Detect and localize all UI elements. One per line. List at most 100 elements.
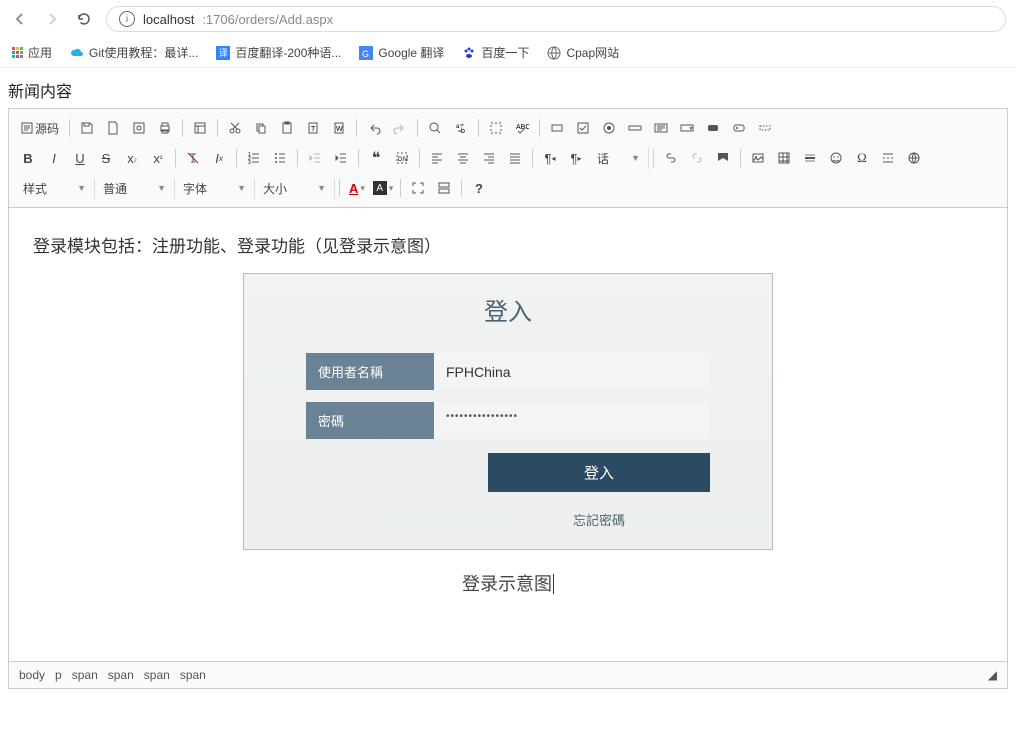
cut-icon[interactable] bbox=[223, 116, 247, 140]
superscript-icon[interactable]: x² bbox=[146, 146, 170, 170]
print-icon[interactable] bbox=[153, 116, 177, 140]
editor-content-area[interactable]: 登录模块包括：注册功能、登录功能（见登录示意图） 登入 使用者名稱 密碼 •••… bbox=[9, 208, 1007, 688]
paste-icon[interactable] bbox=[275, 116, 299, 140]
preview-icon[interactable] bbox=[127, 116, 151, 140]
path-span[interactable]: span bbox=[108, 668, 134, 682]
align-right-icon[interactable] bbox=[477, 146, 501, 170]
help-icon[interactable]: ? bbox=[467, 176, 491, 200]
paste-word-icon[interactable]: W bbox=[327, 116, 351, 140]
rtl-icon[interactable]: ¶▸ bbox=[564, 146, 588, 170]
button-icon[interactable] bbox=[701, 116, 725, 140]
special-char-icon[interactable]: Ω bbox=[850, 146, 874, 170]
table-icon[interactable] bbox=[772, 146, 796, 170]
smiley-icon[interactable] bbox=[824, 146, 848, 170]
svg-text:G: G bbox=[362, 49, 369, 59]
rich-text-editor: 源码 T W ab ABC bbox=[8, 108, 1008, 689]
undo-icon[interactable] bbox=[362, 116, 386, 140]
align-center-icon[interactable] bbox=[451, 146, 475, 170]
path-p[interactable]: p bbox=[55, 668, 62, 682]
svg-text:T: T bbox=[311, 126, 316, 133]
textarea-icon[interactable] bbox=[649, 116, 673, 140]
image-icon[interactable] bbox=[746, 146, 770, 170]
pagebreak-icon[interactable] bbox=[876, 146, 900, 170]
svg-text:DIV: DIV bbox=[398, 157, 408, 163]
format-dropdown[interactable]: 普通▼ bbox=[95, 178, 175, 199]
editor-elements-path[interactable]: body p span span span span ◢ bbox=[9, 661, 1007, 688]
path-span[interactable]: span bbox=[72, 668, 98, 682]
subscript-icon[interactable]: x₂ bbox=[120, 146, 144, 170]
login-submit-button: 登入 bbox=[488, 453, 710, 492]
login-title: 登入 bbox=[244, 274, 772, 353]
copy-icon[interactable] bbox=[249, 116, 273, 140]
back-button[interactable] bbox=[10, 9, 30, 29]
show-blocks-icon[interactable] bbox=[432, 176, 456, 200]
apps-icon bbox=[12, 47, 23, 58]
remove-format-icon[interactable] bbox=[181, 146, 205, 170]
paste-text-icon[interactable]: T bbox=[301, 116, 325, 140]
unlink-icon[interactable] bbox=[685, 146, 709, 170]
replace-icon[interactable]: ab bbox=[449, 116, 473, 140]
checkbox-icon[interactable] bbox=[571, 116, 595, 140]
maximize-icon[interactable] bbox=[406, 176, 430, 200]
form-icon[interactable] bbox=[545, 116, 569, 140]
path-body[interactable]: body bbox=[19, 668, 45, 682]
ltr-icon[interactable]: ¶◂ bbox=[538, 146, 562, 170]
find-icon[interactable] bbox=[423, 116, 447, 140]
anchor-icon[interactable] bbox=[711, 146, 735, 170]
save-icon[interactable] bbox=[75, 116, 99, 140]
radio-icon[interactable] bbox=[597, 116, 621, 140]
hidden-field-icon[interactable] bbox=[753, 116, 777, 140]
forward-button[interactable] bbox=[42, 9, 62, 29]
svg-text:W: W bbox=[336, 126, 343, 133]
imagebutton-icon[interactable] bbox=[727, 116, 751, 140]
text-color-icon[interactable]: A▾ bbox=[345, 176, 369, 200]
intro-text: 登录模块包括：注册功能、登录功能（见登录示意图） bbox=[33, 232, 983, 257]
font-dropdown[interactable]: 字体▼ bbox=[175, 178, 255, 199]
italic-icon[interactable]: I bbox=[42, 146, 66, 170]
iframe-icon[interactable] bbox=[902, 146, 926, 170]
link-icon[interactable] bbox=[659, 146, 683, 170]
div-icon[interactable]: DIV bbox=[390, 146, 414, 170]
bookmark-google-translate[interactable]: GGoogle 翻译 bbox=[359, 44, 444, 61]
copy-format-icon[interactable]: Ix bbox=[207, 146, 231, 170]
bookmark-baidu-translate[interactable]: 译百度翻译-200种语... bbox=[216, 44, 341, 61]
indent-icon[interactable] bbox=[329, 146, 353, 170]
login-screenshot: 登入 使用者名稱 密碼 •••••••••••••••• 登入 忘記密碼 bbox=[243, 273, 773, 550]
bg-color-icon[interactable]: A▾ bbox=[371, 176, 395, 200]
bold-icon[interactable]: B bbox=[16, 146, 40, 170]
strike-icon[interactable]: S bbox=[94, 146, 118, 170]
size-dropdown[interactable]: 大小▼ bbox=[255, 178, 335, 199]
numbered-list-icon[interactable]: 123 bbox=[242, 146, 266, 170]
underline-icon[interactable]: U bbox=[68, 146, 92, 170]
path-span[interactable]: span bbox=[180, 668, 206, 682]
address-bar[interactable]: i localhost:1706/orders/Add.aspx bbox=[106, 6, 1006, 32]
align-justify-icon[interactable] bbox=[503, 146, 527, 170]
source-button[interactable]: 源码 bbox=[15, 120, 65, 137]
textfield-icon[interactable] bbox=[623, 116, 647, 140]
page-heading: 新闻内容 bbox=[0, 68, 1016, 108]
resize-handle-icon[interactable]: ◢ bbox=[988, 668, 997, 682]
redo-icon[interactable] bbox=[388, 116, 412, 140]
styles-dropdown[interactable]: 样式▼ bbox=[15, 178, 95, 199]
outdent-icon[interactable] bbox=[303, 146, 327, 170]
path-span[interactable]: span bbox=[144, 668, 170, 682]
language-dropdown[interactable]: 话▼ bbox=[589, 148, 649, 169]
templates-icon[interactable] bbox=[188, 116, 212, 140]
bookmark-git[interactable]: Git使用教程：最详... bbox=[70, 44, 198, 61]
reload-button[interactable] bbox=[74, 9, 94, 29]
spellcheck-icon[interactable]: ABC bbox=[510, 116, 534, 140]
select-all-icon[interactable] bbox=[484, 116, 508, 140]
site-info-icon[interactable]: i bbox=[119, 11, 135, 27]
password-label: 密碼 bbox=[306, 402, 434, 439]
apps-shortcut[interactable]: 应用 bbox=[12, 44, 52, 61]
new-page-icon[interactable] bbox=[101, 116, 125, 140]
hr-icon[interactable] bbox=[798, 146, 822, 170]
select-icon[interactable] bbox=[675, 116, 699, 140]
google-translate-icon: G bbox=[359, 46, 373, 60]
bookmark-baidu[interactable]: 百度一下 bbox=[462, 44, 529, 61]
bookmark-cpap[interactable]: Cpap网站 bbox=[547, 44, 619, 61]
blockquote-icon[interactable]: ❝ bbox=[364, 146, 388, 170]
password-input: •••••••••••••••• bbox=[434, 402, 710, 439]
bullet-list-icon[interactable] bbox=[268, 146, 292, 170]
align-left-icon[interactable] bbox=[425, 146, 449, 170]
